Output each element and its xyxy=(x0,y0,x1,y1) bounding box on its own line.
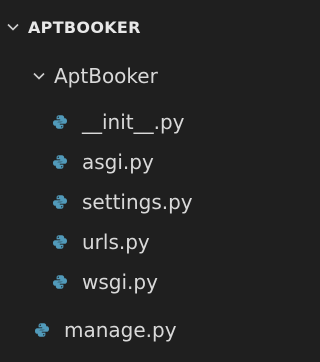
file-item[interactable]: wsgi.py xyxy=(0,264,298,300)
file-label: manage.py xyxy=(64,318,177,342)
workspace-root[interactable]: APTBOOKER xyxy=(0,10,252,44)
python-file-icon xyxy=(52,114,68,130)
python-file-icon xyxy=(52,274,68,290)
folder-aptbooker[interactable]: AptBooker xyxy=(0,58,278,94)
python-file-icon xyxy=(52,154,68,170)
chevron-down-icon xyxy=(6,20,20,34)
python-file-icon xyxy=(52,234,68,250)
file-label: wsgi.py xyxy=(82,270,158,294)
file-item[interactable]: urls.py xyxy=(0,224,298,260)
file-explorer: APTBOOKER AptBooker __init__.py asgi.py … xyxy=(0,0,246,362)
python-file-icon xyxy=(52,194,68,210)
file-label: asgi.py xyxy=(82,150,154,174)
chevron-down-icon xyxy=(32,69,46,83)
file-item[interactable]: asgi.py xyxy=(0,144,298,180)
python-file-icon xyxy=(34,322,50,338)
workspace-root-label: APTBOOKER xyxy=(28,17,141,37)
file-label: settings.py xyxy=(82,190,193,214)
file-label: __init__.py xyxy=(82,110,185,134)
file-item[interactable]: settings.py xyxy=(0,184,298,220)
folder-label: AptBooker xyxy=(54,64,158,88)
file-item[interactable]: manage.py xyxy=(0,312,280,348)
file-label: urls.py xyxy=(82,230,150,254)
file-item[interactable]: __init__.py xyxy=(0,104,298,140)
